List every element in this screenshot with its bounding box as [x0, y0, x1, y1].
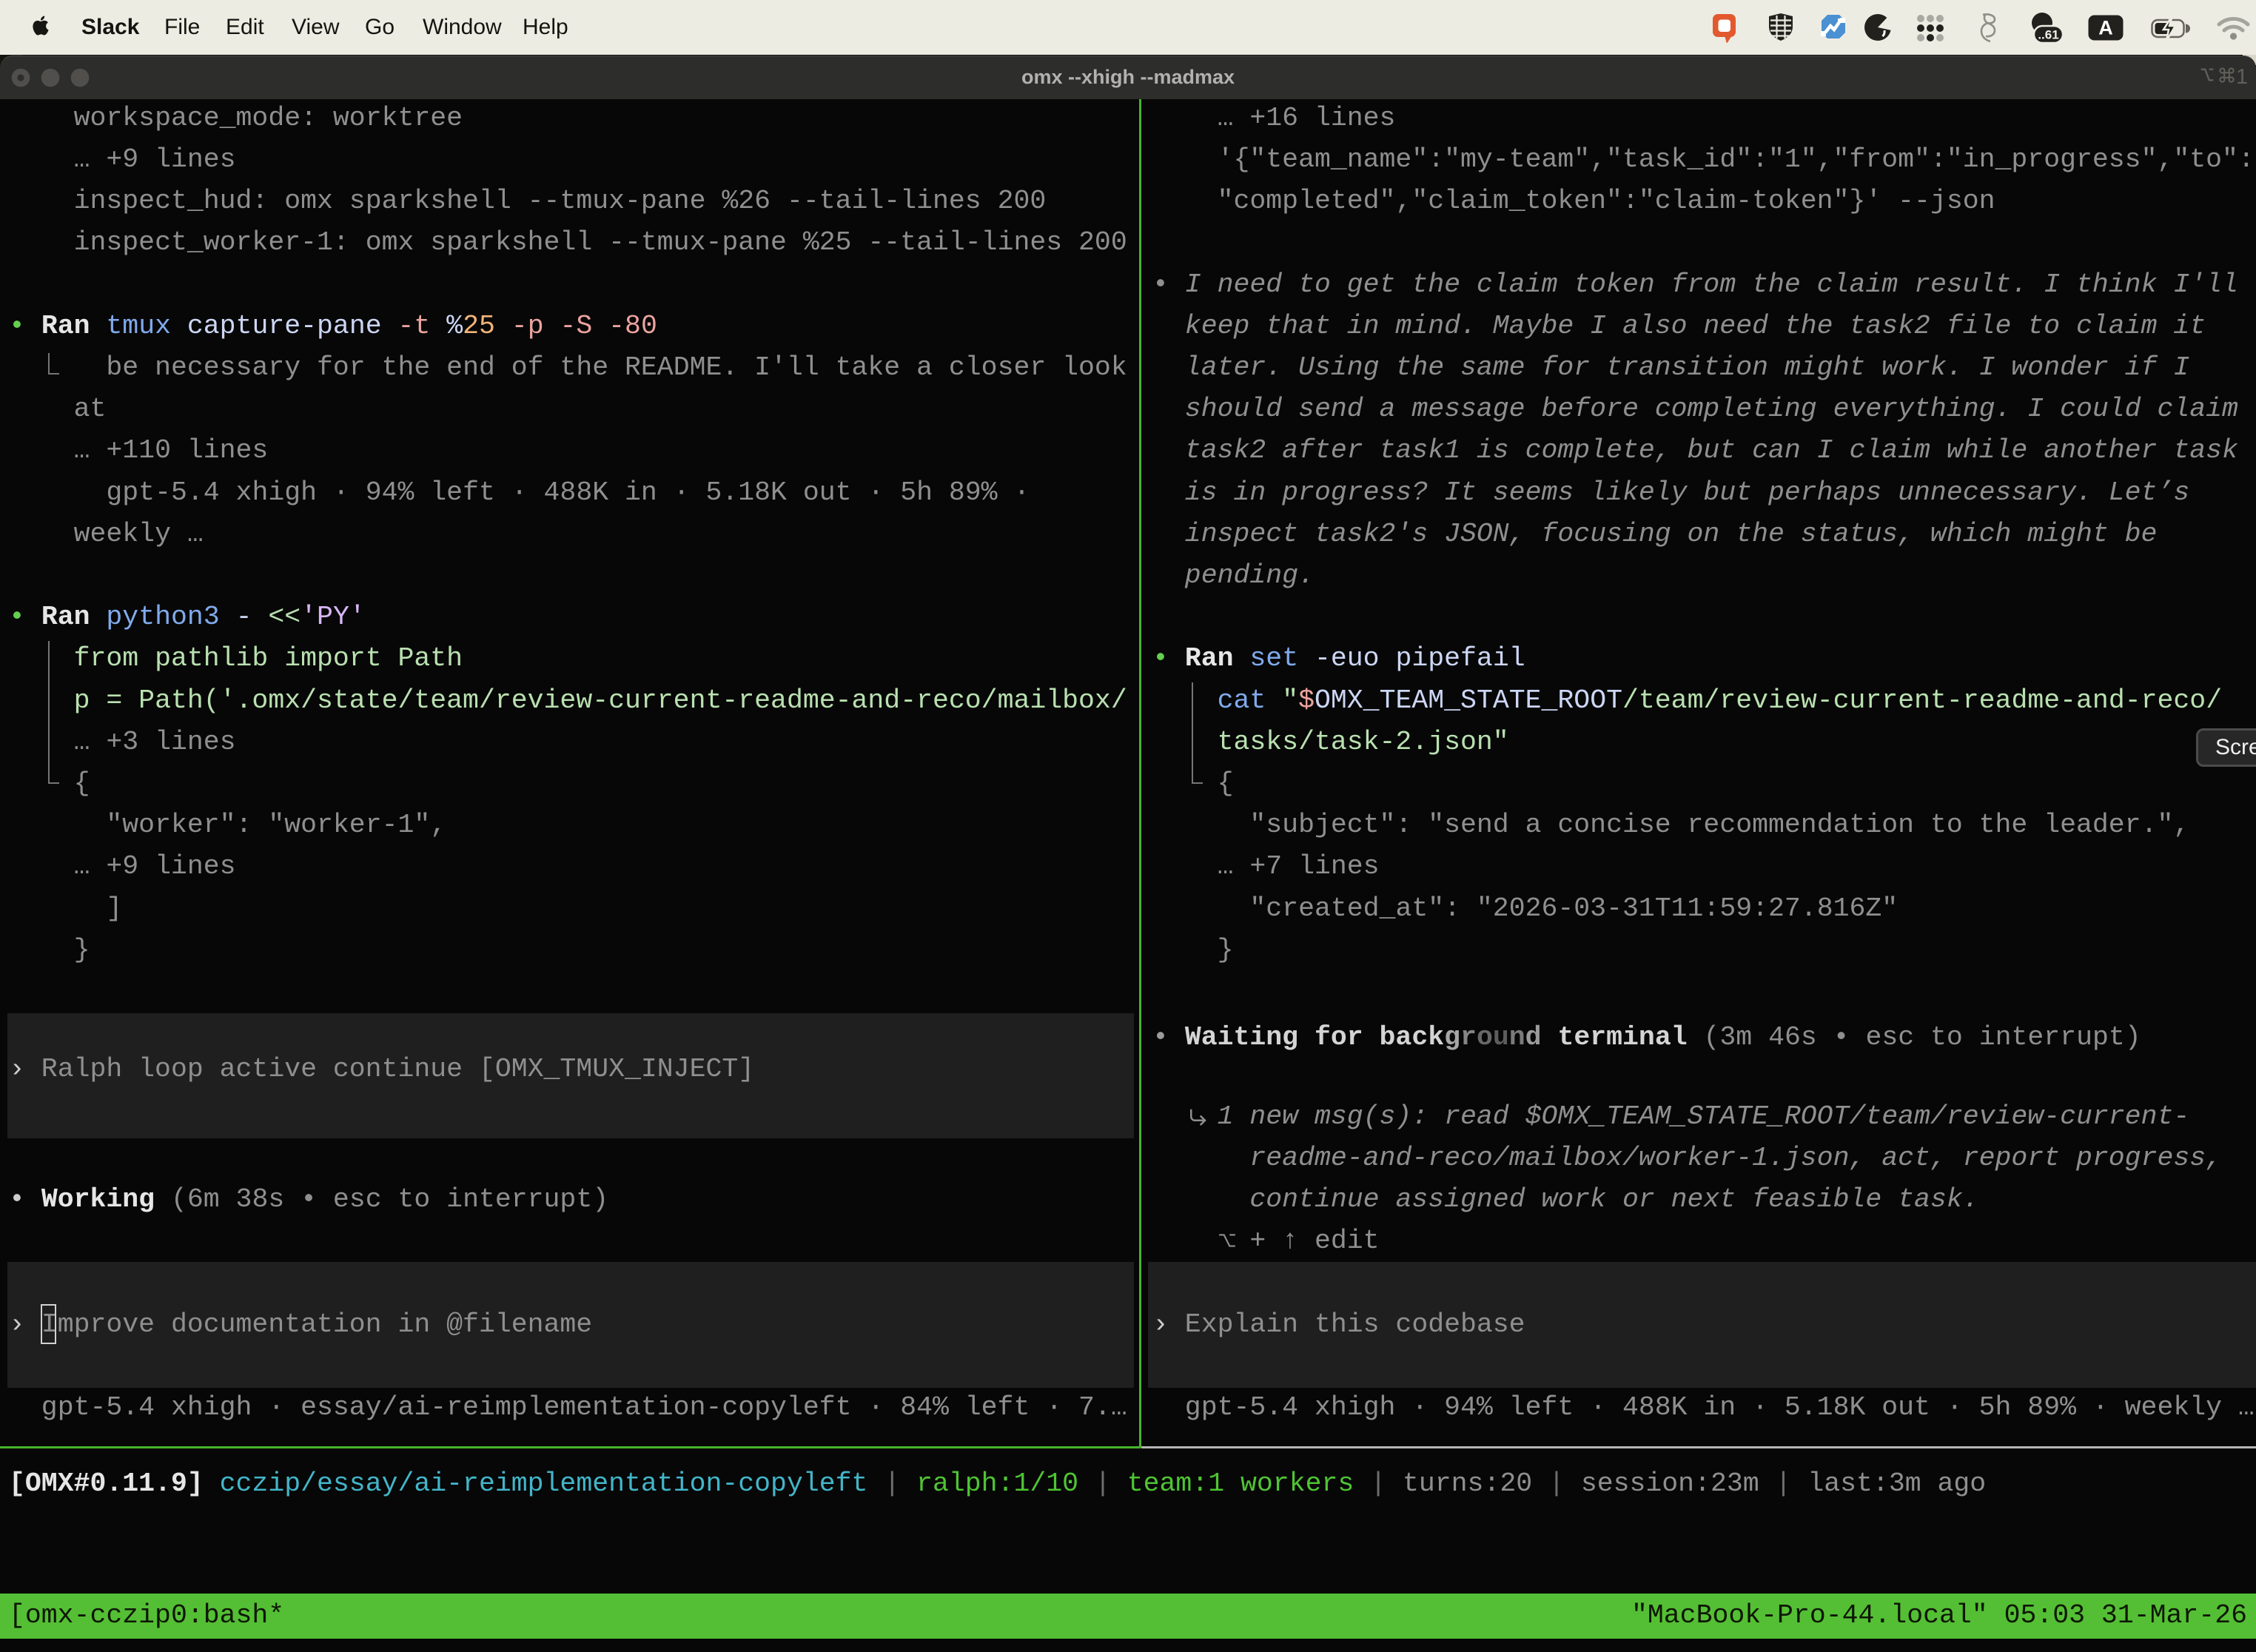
svg-text:..61: ..61: [2038, 28, 2058, 42]
svg-text:A: A: [2098, 17, 2113, 39]
